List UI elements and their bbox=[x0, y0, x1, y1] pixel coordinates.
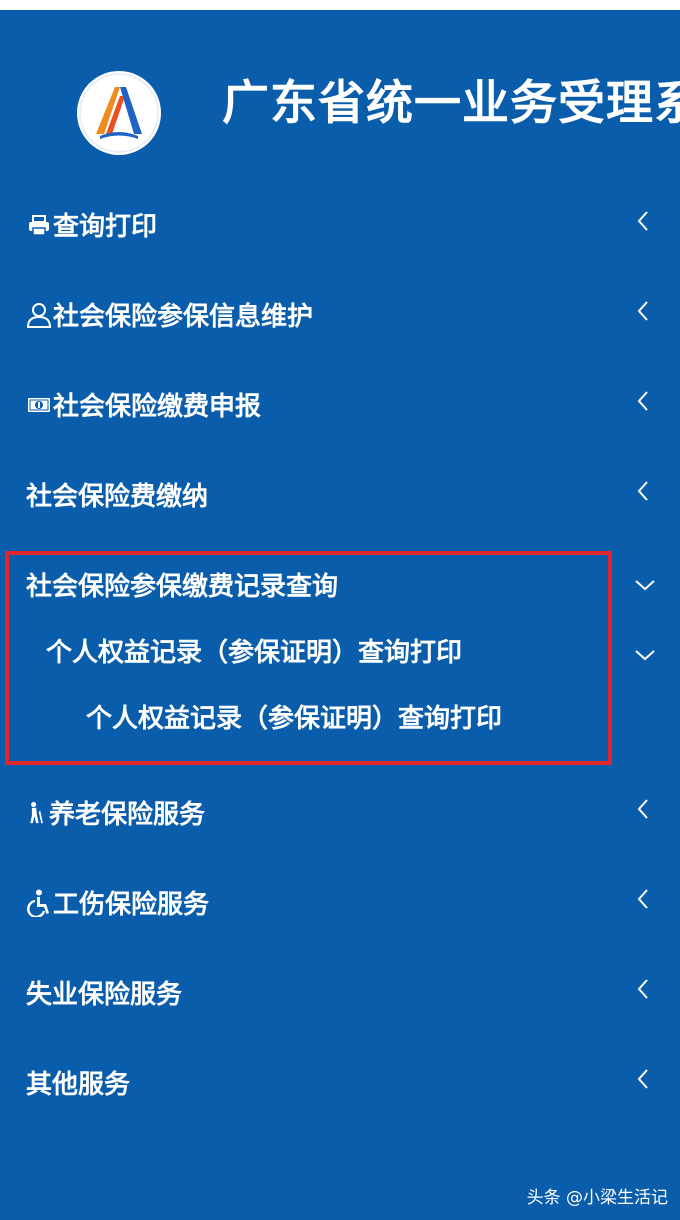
menu-item-payment-declaration[interactable]: 社会保险缴费申报 bbox=[0, 372, 680, 432]
submenu-item-label: 个人权益记录（参保证明）查询打印 bbox=[46, 638, 463, 668]
app-logo-icon bbox=[77, 71, 161, 155]
menu-item-label: 查询打印 bbox=[53, 212, 158, 242]
menu-item-label: 工伤保险服务 bbox=[53, 890, 210, 920]
chevron-down-icon bbox=[635, 650, 655, 661]
chevron-left-icon bbox=[637, 211, 648, 231]
menu-item-unemployment-service[interactable]: 失业保险服务 bbox=[0, 960, 680, 1020]
chevron-left-icon bbox=[637, 1069, 648, 1089]
menu-item-insurance-info-maintenance[interactable]: 社会保险参保信息维护 bbox=[0, 282, 680, 342]
sidebar-panel: 广东省统一业务受理系 查询打印 社会保险参保信息维护 社会保险缴费申报 社会保险… bbox=[0, 10, 680, 1220]
menu-item-label: 养老保险服务 bbox=[49, 800, 206, 830]
chevron-left-icon bbox=[637, 889, 648, 909]
menu-item-label: 社会保险参保缴费记录查询 bbox=[26, 572, 339, 602]
chevron-left-icon bbox=[637, 799, 648, 819]
submenu-item-label: 个人权益记录（参保证明）查询打印 bbox=[86, 704, 503, 734]
printer-icon bbox=[29, 214, 49, 236]
app-header: 广东省统一业务受理系 bbox=[0, 10, 680, 190]
elderly-walking-icon bbox=[30, 801, 43, 823]
menu-item-label: 其他服务 bbox=[26, 1070, 131, 1100]
submenu-item-personal-rights-record-print[interactable]: 个人权益记录（参保证明）查询打印 bbox=[0, 684, 680, 744]
user-icon bbox=[26, 302, 52, 328]
chevron-left-icon bbox=[637, 301, 648, 321]
menu-item-payment-record-query[interactable]: 社会保险参保缴费记录查询 bbox=[0, 552, 680, 612]
menu-item-label: 社会保险参保信息维护 bbox=[53, 302, 314, 332]
menu-item-query-print[interactable]: 查询打印 bbox=[0, 192, 680, 252]
menu-item-label: 社会保险费缴纳 bbox=[26, 482, 209, 512]
menu-item-fee-payment[interactable]: 社会保险费缴纳 bbox=[0, 462, 680, 522]
wheelchair-icon bbox=[27, 889, 49, 917]
menu-item-pension-service[interactable]: 养老保险服务 bbox=[0, 780, 680, 840]
chevron-left-icon bbox=[637, 979, 648, 999]
menu-item-label: 失业保险服务 bbox=[26, 980, 183, 1010]
app-title: 广东省统一业务受理系 bbox=[222, 76, 680, 131]
watermark: 头条 @小梁生活记 bbox=[526, 1188, 668, 1208]
menu-item-other-services[interactable]: 其他服务 bbox=[0, 1050, 680, 1110]
menu-item-work-injury-service[interactable]: 工伤保险服务 bbox=[0, 870, 680, 930]
chevron-left-icon bbox=[637, 391, 648, 411]
menu-item-label: 社会保险缴费申报 bbox=[53, 392, 262, 422]
submenu-item-personal-rights-record[interactable]: 个人权益记录（参保证明）查询打印 bbox=[0, 618, 680, 678]
chevron-down-icon bbox=[635, 580, 655, 591]
money-icon bbox=[28, 397, 50, 412]
chevron-left-icon bbox=[637, 481, 648, 501]
